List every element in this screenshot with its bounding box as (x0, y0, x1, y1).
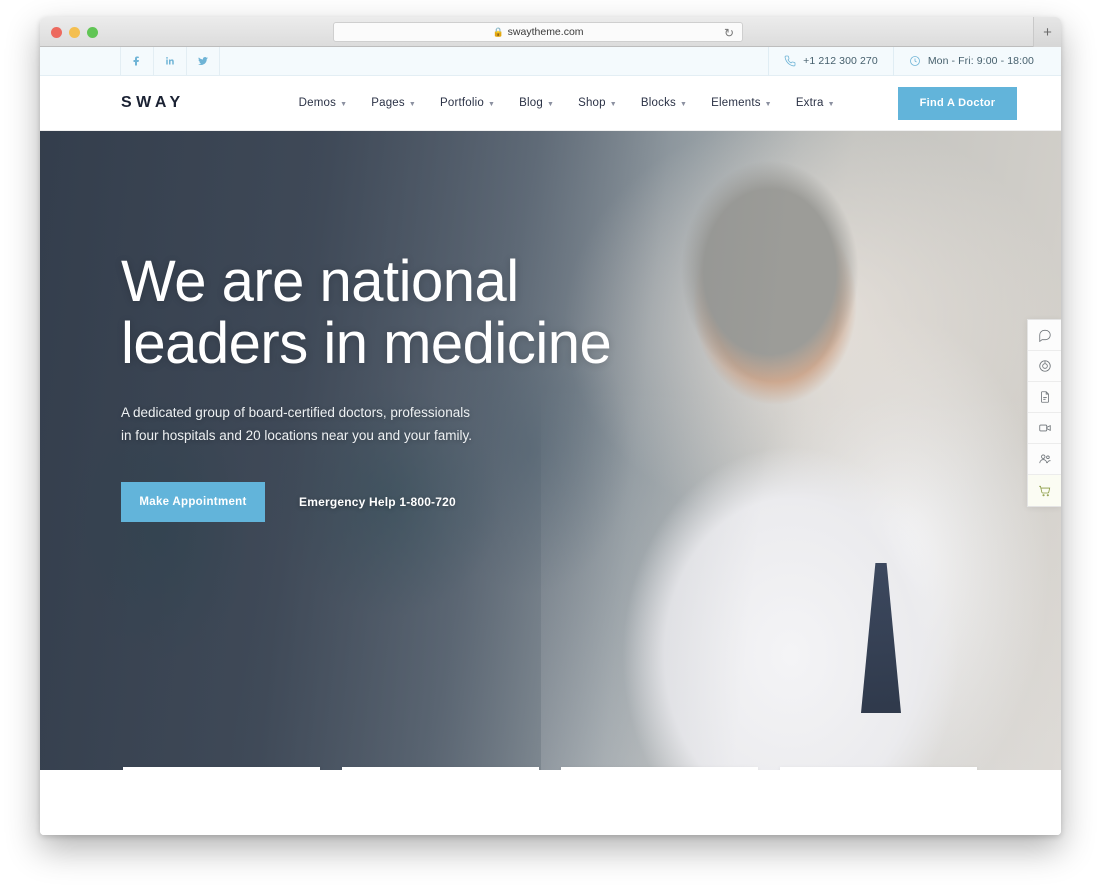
phone-info[interactable]: +1 212 300 270 (768, 47, 893, 76)
nav-item-elements[interactable]: Elements ▼ (699, 97, 784, 109)
close-window-button[interactable] (51, 27, 62, 38)
video-camera-icon[interactable] (1028, 413, 1061, 444)
nav-item-portfolio[interactable]: Portfolio ▼ (428, 97, 507, 109)
feature-card-flexible-schedule[interactable]: Flexible Schedule A medical group dedica… (780, 767, 977, 770)
site-header: SWAY Demos ▼ Pages ▼ Portfolio ▼ Blog ▼ (40, 76, 1061, 131)
site-topbar: +1 212 300 270 Mon - Fri: 9:00 - 18:00 (40, 47, 1061, 76)
hero-subtitle: A dedicated group of board-certified doc… (121, 401, 611, 447)
feature-cards: Heart Specialist A medical group dedicat… (123, 767, 977, 770)
nav-item-extra[interactable]: Extra ▼ (784, 97, 847, 109)
chevron-down-icon: ▼ (679, 100, 688, 108)
site-logo[interactable]: SWAY (121, 94, 185, 112)
nav-label: Elements (711, 97, 761, 109)
nav-label: Blog (519, 97, 543, 109)
nav-item-blocks[interactable]: Blocks ▼ (629, 97, 699, 109)
browser-chrome-bar: 🔒 swaytheme.com ↻ + (40, 17, 1061, 47)
hero-section: We are national leaders in medicine A de… (40, 131, 1061, 770)
address-bar[interactable]: 🔒 swaytheme.com ↻ (333, 22, 743, 42)
phone-number: +1 212 300 270 (803, 55, 878, 67)
phone-icon (784, 55, 796, 67)
people-icon[interactable] (1028, 444, 1061, 475)
linkedin-icon[interactable] (153, 47, 187, 76)
new-tab-button[interactable]: + (1033, 17, 1061, 47)
chat-bubble-icon[interactable] (1028, 320, 1061, 351)
reload-icon[interactable]: ↻ (724, 25, 734, 41)
make-appointment-button[interactable]: Make Appointment (121, 481, 265, 522)
hero-actions: Make Appointment Emergency Help 1-800-72… (121, 481, 611, 522)
nav-item-blog[interactable]: Blog ▼ (507, 97, 566, 109)
url-text: swaytheme.com (507, 26, 584, 38)
chevron-down-icon: ▼ (487, 100, 496, 108)
find-a-doctor-button[interactable]: Find A Doctor (898, 86, 1017, 120)
chevron-down-icon: ▼ (546, 100, 555, 108)
feature-card-modern-equipment[interactable]: Modern Equipment A medical group dedicat… (342, 767, 539, 770)
browser-window: 🔒 swaytheme.com ↻ + +1 212 300 270 Mon -… (40, 17, 1061, 835)
website-viewport: +1 212 300 270 Mon - Fri: 9:00 - 18:00 S… (40, 47, 1061, 835)
facebook-icon[interactable] (120, 47, 154, 76)
topbar-contact-info: +1 212 300 270 Mon - Fri: 9:00 - 18:00 (768, 47, 1061, 76)
hero-title: We are national leaders in medicine (121, 249, 612, 377)
main-navigation: Demos ▼ Pages ▼ Portfolio ▼ Blog ▼ Shop (287, 97, 847, 109)
twitter-icon[interactable] (186, 47, 220, 76)
hero-title-line-2: leaders in medicine (121, 311, 612, 377)
hours-info: Mon - Fri: 9:00 - 18:00 (892, 47, 1061, 76)
lock-icon: 🔒 (492, 26, 504, 37)
nav-label: Pages (371, 97, 405, 109)
target-icon[interactable] (1028, 351, 1061, 382)
maximize-window-button[interactable] (87, 27, 98, 38)
minimize-window-button[interactable] (69, 27, 80, 38)
nav-label: Portfolio (439, 97, 484, 109)
opening-hours: Mon - Fri: 9:00 - 18:00 (927, 55, 1034, 67)
chevron-down-icon: ▼ (764, 100, 772, 108)
feature-card-heart-specialist[interactable]: Heart Specialist A medical group dedicat… (123, 767, 320, 770)
shopping-cart-icon[interactable] (1028, 475, 1061, 506)
nav-item-shop[interactable]: Shop ▼ (566, 97, 629, 109)
nav-label: Extra (795, 97, 824, 109)
chevron-down-icon: ▼ (340, 100, 348, 108)
clock-icon (909, 56, 920, 66)
window-traffic-lights (51, 27, 98, 38)
chevron-down-icon: ▼ (408, 100, 416, 108)
page-bottom-strip (40, 820, 1061, 835)
social-links (120, 47, 220, 76)
document-icon[interactable] (1028, 382, 1061, 413)
nav-item-pages[interactable]: Pages ▼ (359, 97, 428, 109)
nav-label: Shop (578, 97, 606, 109)
chevron-down-icon: ▼ (827, 100, 835, 108)
hero-content: We are national leaders in medicine A de… (121, 249, 612, 522)
hero-subtitle-line-2: in four hospitals and 20 locations near … (121, 428, 472, 444)
floating-side-dock (1027, 319, 1061, 507)
emergency-help-text: Emergency Help 1-800-720 (299, 494, 456, 509)
nav-label: Demos (298, 97, 337, 109)
nav-label: Blocks (640, 97, 676, 109)
hero-title-line-1: We are national (121, 249, 519, 314)
nav-item-demos[interactable]: Demos ▼ (287, 97, 360, 109)
chevron-down-icon: ▼ (609, 100, 617, 108)
hero-subtitle-line-1: A dedicated group of board-certified doc… (121, 405, 470, 421)
feature-card-qualified-team[interactable]: Qualified Team A medical group dedicated… (561, 767, 758, 770)
